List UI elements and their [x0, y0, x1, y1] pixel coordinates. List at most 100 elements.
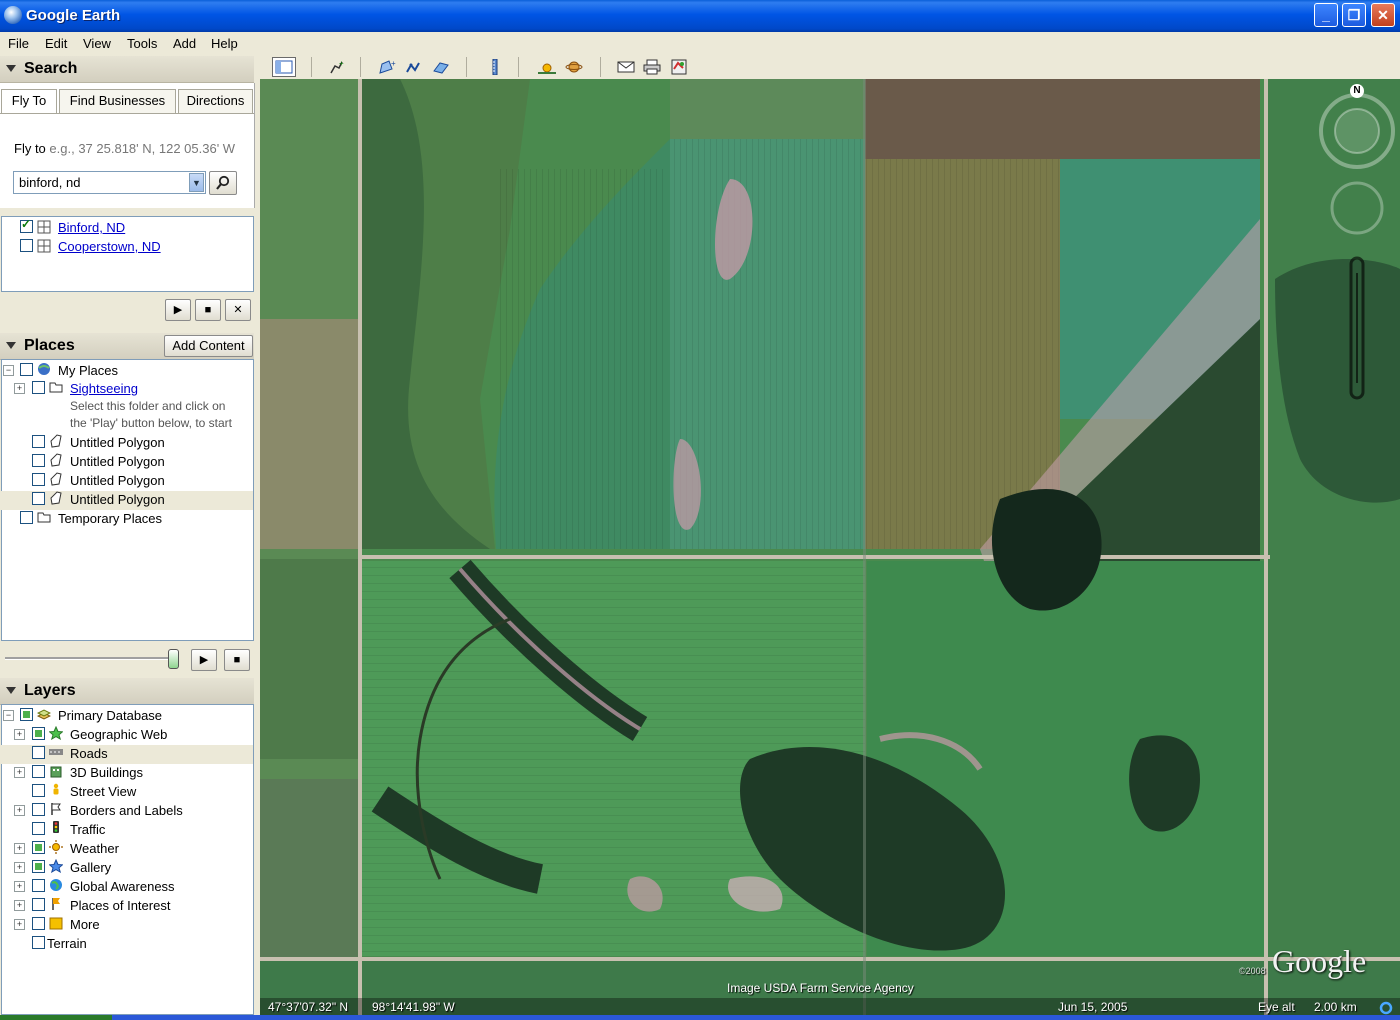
- menu-tools[interactable]: Tools: [127, 36, 157, 51]
- checkbox[interactable]: [20, 708, 33, 721]
- tree-polygon-1[interactable]: Untitled Polygon: [0, 434, 253, 453]
- menu-help[interactable]: Help: [211, 36, 238, 51]
- layer-roads[interactable]: Roads: [1, 745, 253, 764]
- menu-file[interactable]: File: [8, 36, 29, 51]
- maps-icon[interactable]: [670, 59, 688, 75]
- checkbox[interactable]: [32, 784, 45, 797]
- navigation-controls[interactable]: [1315, 83, 1395, 403]
- tree-sightseeing[interactable]: + Sightseeing: [0, 380, 253, 399]
- result-link[interactable]: Cooperstown, ND: [58, 239, 161, 254]
- sunlight-icon[interactable]: [538, 59, 556, 75]
- tab-find-businesses[interactable]: Find Businesses: [59, 89, 176, 113]
- email-icon[interactable]: [617, 59, 635, 75]
- checkbox[interactable]: [20, 511, 33, 524]
- layer-global-awareness[interactable]: + Global Awareness: [0, 878, 253, 897]
- layer-primary-database[interactable]: − Primary Database: [0, 707, 253, 726]
- expand-icon[interactable]: +: [14, 843, 25, 854]
- collapse-triangle-icon[interactable]: [6, 687, 16, 694]
- checkbox[interactable]: [32, 860, 45, 873]
- planet-icon[interactable]: [565, 59, 583, 75]
- earth-3d-view[interactable]: N Google ©2008 Image USDA Farm Service A…: [260, 79, 1400, 1015]
- expand-icon[interactable]: +: [14, 383, 25, 394]
- checkbox[interactable]: [32, 727, 45, 740]
- stop-places-button[interactable]: ■: [224, 649, 250, 671]
- fly-to-input-value[interactable]: binford, nd: [19, 175, 80, 190]
- tree-temporary-places[interactable]: Temporary Places: [0, 510, 253, 529]
- expand-icon[interactable]: +: [14, 900, 25, 911]
- checkbox[interactable]: [20, 239, 33, 252]
- checkbox[interactable]: [32, 898, 45, 911]
- layer-places-of-interest[interactable]: + Places of Interest: [0, 897, 253, 916]
- search-button[interactable]: [209, 171, 237, 195]
- checkbox[interactable]: [32, 822, 45, 835]
- layer-gallery[interactable]: + Gallery: [0, 859, 253, 878]
- checkbox[interactable]: [32, 435, 45, 448]
- collapse-triangle-icon[interactable]: [6, 342, 16, 349]
- expand-icon[interactable]: +: [14, 862, 25, 873]
- ruler-icon[interactable]: [486, 59, 504, 75]
- layer-traffic[interactable]: Traffic: [0, 821, 253, 840]
- collapse-icon[interactable]: −: [3, 365, 14, 376]
- layer-more[interactable]: + More: [0, 916, 253, 935]
- close-button[interactable]: ✕: [1371, 3, 1395, 27]
- tab-fly-to[interactable]: Fly To: [1, 89, 57, 114]
- tree-polygon-2[interactable]: Untitled Polygon: [0, 453, 253, 472]
- add-content-button[interactable]: Add Content: [164, 335, 253, 357]
- play-places-button[interactable]: ▶: [191, 649, 217, 671]
- add-placemark-icon[interactable]: +: [327, 59, 345, 75]
- stop-tour-button[interactable]: ■: [195, 299, 221, 321]
- result-link[interactable]: Binford, ND: [58, 220, 125, 235]
- expand-icon[interactable]: +: [14, 729, 25, 740]
- expand-icon[interactable]: +: [14, 767, 25, 778]
- layer-borders-labels[interactable]: + Borders and Labels: [0, 802, 253, 821]
- print-icon[interactable]: [643, 59, 661, 75]
- tour-speed-slider-handle[interactable]: [168, 649, 179, 669]
- checkbox[interactable]: [20, 363, 33, 376]
- minimize-button[interactable]: _: [1314, 3, 1338, 27]
- layer-street-view[interactable]: Street View: [0, 783, 253, 802]
- checkbox[interactable]: [32, 765, 45, 778]
- checkbox[interactable]: [20, 217, 33, 233]
- tree-polygon-4[interactable]: Untitled Polygon: [1, 491, 253, 510]
- satellite-imagery[interactable]: [260, 79, 1400, 1015]
- menu-view[interactable]: View: [83, 36, 111, 51]
- layer-terrain[interactable]: Terrain: [0, 935, 253, 954]
- dropdown-chevron-icon[interactable]: ▼: [189, 173, 204, 192]
- checkbox[interactable]: [32, 454, 45, 467]
- play-tour-button[interactable]: ▶: [165, 299, 191, 321]
- clear-results-button[interactable]: ✕: [225, 299, 251, 321]
- checkbox[interactable]: [32, 803, 45, 816]
- checkbox[interactable]: [32, 841, 45, 854]
- checkbox[interactable]: [32, 473, 45, 486]
- expand-icon[interactable]: +: [14, 805, 25, 816]
- sidebar-toggle-button[interactable]: [272, 57, 296, 77]
- checkbox[interactable]: [32, 746, 45, 759]
- checkbox[interactable]: [32, 879, 45, 892]
- maximize-button[interactable]: ❐: [1342, 3, 1366, 27]
- menu-add[interactable]: Add: [173, 36, 196, 51]
- compass-north-marker[interactable]: N: [1350, 84, 1364, 98]
- tab-directions[interactable]: Directions: [178, 89, 253, 113]
- tour-speed-track[interactable]: [5, 657, 175, 660]
- search-panel-header[interactable]: Search: [0, 56, 254, 83]
- add-overlay-icon[interactable]: [432, 59, 450, 75]
- collapse-icon[interactable]: −: [3, 710, 14, 721]
- collapse-triangle-icon[interactable]: [6, 65, 16, 72]
- tree-my-places[interactable]: − My Places: [0, 362, 253, 381]
- checkbox[interactable]: [32, 492, 45, 505]
- tree-polygon-3[interactable]: Untitled Polygon: [0, 472, 253, 491]
- layer-3d-buildings[interactable]: + 3D Buildings: [0, 764, 253, 783]
- expand-icon[interactable]: +: [14, 919, 25, 930]
- expand-icon[interactable]: +: [14, 881, 25, 892]
- menu-edit[interactable]: Edit: [45, 36, 67, 51]
- layers-panel-header[interactable]: Layers: [0, 678, 254, 705]
- layer-geographic-web[interactable]: + Geographic Web: [0, 726, 253, 745]
- tree-label[interactable]: Sightseeing: [70, 381, 138, 396]
- checkbox[interactable]: [32, 936, 45, 949]
- checkbox[interactable]: [32, 917, 45, 930]
- add-polygon-icon[interactable]: +: [378, 59, 396, 75]
- layer-weather[interactable]: + Weather: [0, 840, 253, 859]
- add-path-icon[interactable]: [405, 59, 423, 75]
- fly-to-input[interactable]: binford, nd ▼: [13, 171, 206, 194]
- checkbox[interactable]: [32, 381, 45, 394]
